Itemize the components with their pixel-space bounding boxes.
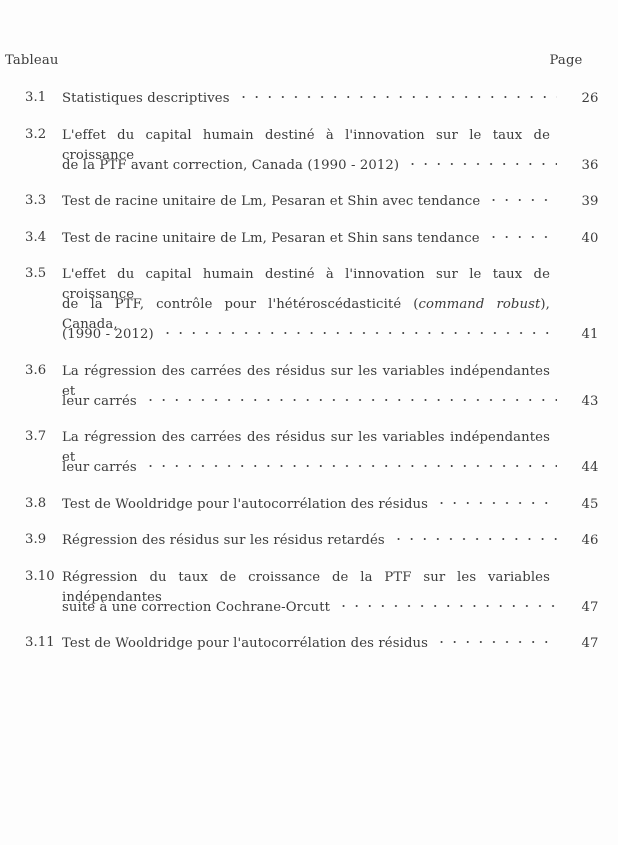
entry-page-number: 46 bbox=[581, 533, 599, 548]
list-of-tables-entry[interactable]: 3.3 Test de racine unitaire de Lm, Pesara… bbox=[0, 191, 618, 211]
entry-text-line: Test de Wooldridge pour l'autocorrélatio… bbox=[62, 633, 618, 653]
column-header-page: Page bbox=[549, 53, 583, 68]
entry-body: Régression des résidus sur les résidus r… bbox=[62, 530, 618, 550]
entry-title-text: suite à une correction Cochrane-Orcutt bbox=[62, 599, 331, 615]
entry-body: La régression des carrées des résidus su… bbox=[62, 361, 618, 411]
entry-title-text: Régression des résidus sur les résidus r… bbox=[62, 533, 385, 548]
entry-text-line: Régression des résidus sur les résidus r… bbox=[62, 530, 618, 550]
entry-number: 3.9 bbox=[25, 532, 47, 547]
list-of-tables-entry[interactable]: 3.5 L'effet du capital humain destiné à l… bbox=[0, 264, 618, 344]
entry-number: 3.11 bbox=[25, 635, 55, 650]
leader-dots bbox=[406, 155, 557, 169]
entry-body: L'effet du capital humain destiné à l'in… bbox=[62, 125, 618, 175]
entry-body: La régression des carrées des résidus su… bbox=[62, 427, 618, 477]
entry-title-text: Test de racine unitaire de Lm, Pesaran e… bbox=[62, 230, 480, 246]
entry-body: Statistiques descriptives 26 bbox=[62, 88, 618, 108]
entry-text-line: La régression des carrées des résidus su… bbox=[62, 361, 618, 399]
entry-page-number: 40 bbox=[581, 230, 599, 246]
entry-page-number: 26 bbox=[581, 91, 599, 106]
entry-text-line: leur carrés 43 bbox=[62, 391, 618, 411]
entry-page-number: 39 bbox=[581, 194, 599, 209]
entry-page-number: 41 bbox=[581, 327, 599, 342]
entry-text-line: de la PTF, contrôle pour l'hétéroscédast… bbox=[62, 294, 618, 332]
entry-title-text: Test de Wooldridge pour l'autocorrélatio… bbox=[62, 636, 429, 651]
leader-dots bbox=[337, 597, 557, 611]
leader-dots bbox=[435, 494, 557, 508]
entry-body: Test de Wooldridge pour l'autocorrélatio… bbox=[62, 494, 618, 514]
entry-body: L'effet du capital humain destiné à l'in… bbox=[62, 264, 618, 344]
entry-title-text: leur carrés bbox=[62, 393, 137, 409]
entry-title-text: Statistiques descriptives bbox=[62, 91, 230, 106]
entry-page-number: 47 bbox=[581, 636, 599, 651]
entry-number: 3.2 bbox=[25, 126, 47, 142]
entry-body: Régression du taux de croissance de la P… bbox=[62, 567, 618, 617]
leader-dots bbox=[487, 191, 557, 205]
entry-page-number: 44 bbox=[581, 460, 599, 475]
leader-dots bbox=[435, 633, 557, 647]
list-of-tables-entry[interactable]: 3.1 Statistiques descriptives 26 bbox=[0, 88, 618, 108]
list-of-tables-entry[interactable]: 3.4 Test de racine unitaire de Lm, Pesara… bbox=[0, 228, 618, 248]
leader-dots bbox=[486, 228, 557, 242]
entry-page-number: 43 bbox=[581, 393, 599, 409]
entry-text-line: Test de Wooldridge pour l'autocorrélatio… bbox=[62, 494, 618, 514]
entry-text-line: L'effet du capital humain destiné à l'in… bbox=[62, 125, 618, 163]
leader-dots bbox=[143, 391, 557, 405]
entry-page-number: 45 bbox=[581, 496, 599, 512]
list-of-tables-header: Tableau Page bbox=[5, 53, 594, 68]
leader-dots bbox=[160, 324, 557, 338]
list-of-tables-entries: 3.1 Statistiques descriptives 26 3.2 L'effet… bbox=[0, 88, 618, 670]
entry-text-line: Test de racine unitaire de Lm, Pesaran e… bbox=[62, 228, 618, 248]
entry-text-line: La régression des carrées des résidus su… bbox=[62, 427, 618, 465]
entry-number: 3.1 bbox=[25, 90, 47, 105]
entry-text-line: L'effet du capital humain destiné à l'in… bbox=[62, 264, 618, 302]
list-of-tables-entry[interactable]: 3.8 Test de Wooldridge pour l'autocorréla… bbox=[0, 494, 618, 514]
entry-number: 3.4 bbox=[25, 229, 47, 245]
list-of-tables-entry[interactable]: 3.10 Régression du taux de croissance de … bbox=[0, 567, 618, 617]
entry-body: Test de racine unitaire de Lm, Pesaran e… bbox=[62, 191, 618, 211]
list-of-tables-entry[interactable]: 3.2 L'effet du capital humain destiné à l… bbox=[0, 125, 618, 175]
entry-number: 3.6 bbox=[25, 362, 47, 378]
list-of-tables-entry[interactable]: 3.6 La régression des carrées des résidus… bbox=[0, 361, 618, 411]
leader-dots bbox=[143, 457, 557, 471]
entry-number: 3.7 bbox=[25, 429, 47, 444]
leader-dots bbox=[391, 530, 557, 544]
entry-text-line: de la PTF avant correction, Canada (1990… bbox=[62, 155, 618, 175]
list-of-tables-page: Tableau Page 3.1 Statistiques descriptive… bbox=[0, 0, 618, 845]
entry-text-line: Test de racine unitaire de Lm, Pesaran e… bbox=[62, 191, 618, 211]
entry-body: Test de Wooldridge pour l'autocorrélatio… bbox=[62, 633, 618, 653]
entry-number: 3.8 bbox=[25, 495, 47, 511]
list-of-tables-entry[interactable]: 3.7 La régression des carrées des résidus… bbox=[0, 427, 618, 477]
entry-title-text: (1990 - 2012) bbox=[62, 327, 154, 342]
entry-page-number: 36 bbox=[581, 157, 599, 173]
entry-number: 3.10 bbox=[25, 568, 55, 584]
entry-title-text: leur carrés bbox=[62, 460, 137, 475]
entry-text-line: (1990 - 2012) 41 bbox=[62, 324, 618, 344]
list-of-tables-entry[interactable]: 3.9 Régression des résidus sur les résidu… bbox=[0, 530, 618, 550]
entry-number: 3.3 bbox=[25, 193, 47, 208]
leader-dots bbox=[236, 88, 557, 102]
entry-number: 3.5 bbox=[25, 266, 47, 281]
list-of-tables-entry[interactable]: 3.11 Test de Wooldridge pour l'autocorrél… bbox=[0, 633, 618, 653]
entry-text-line: leur carrés 44 bbox=[62, 457, 618, 477]
entry-page-number: 47 bbox=[581, 599, 599, 615]
entry-text-line: Statistiques descriptives 26 bbox=[62, 88, 618, 108]
entry-body: Test de racine unitaire de Lm, Pesaran e… bbox=[62, 228, 618, 248]
entry-text-line: Régression du taux de croissance de la P… bbox=[62, 567, 618, 605]
column-header-tableau: Tableau bbox=[5, 53, 59, 68]
entry-title-text: Test de racine unitaire de Lm, Pesaran e… bbox=[62, 194, 481, 209]
entry-title-text: de la PTF avant correction, Canada (1990… bbox=[62, 157, 400, 173]
entry-title-text: Test de Wooldridge pour l'autocorrélatio… bbox=[62, 496, 429, 512]
entry-text-line: suite à une correction Cochrane-Orcutt 47 bbox=[62, 597, 618, 617]
